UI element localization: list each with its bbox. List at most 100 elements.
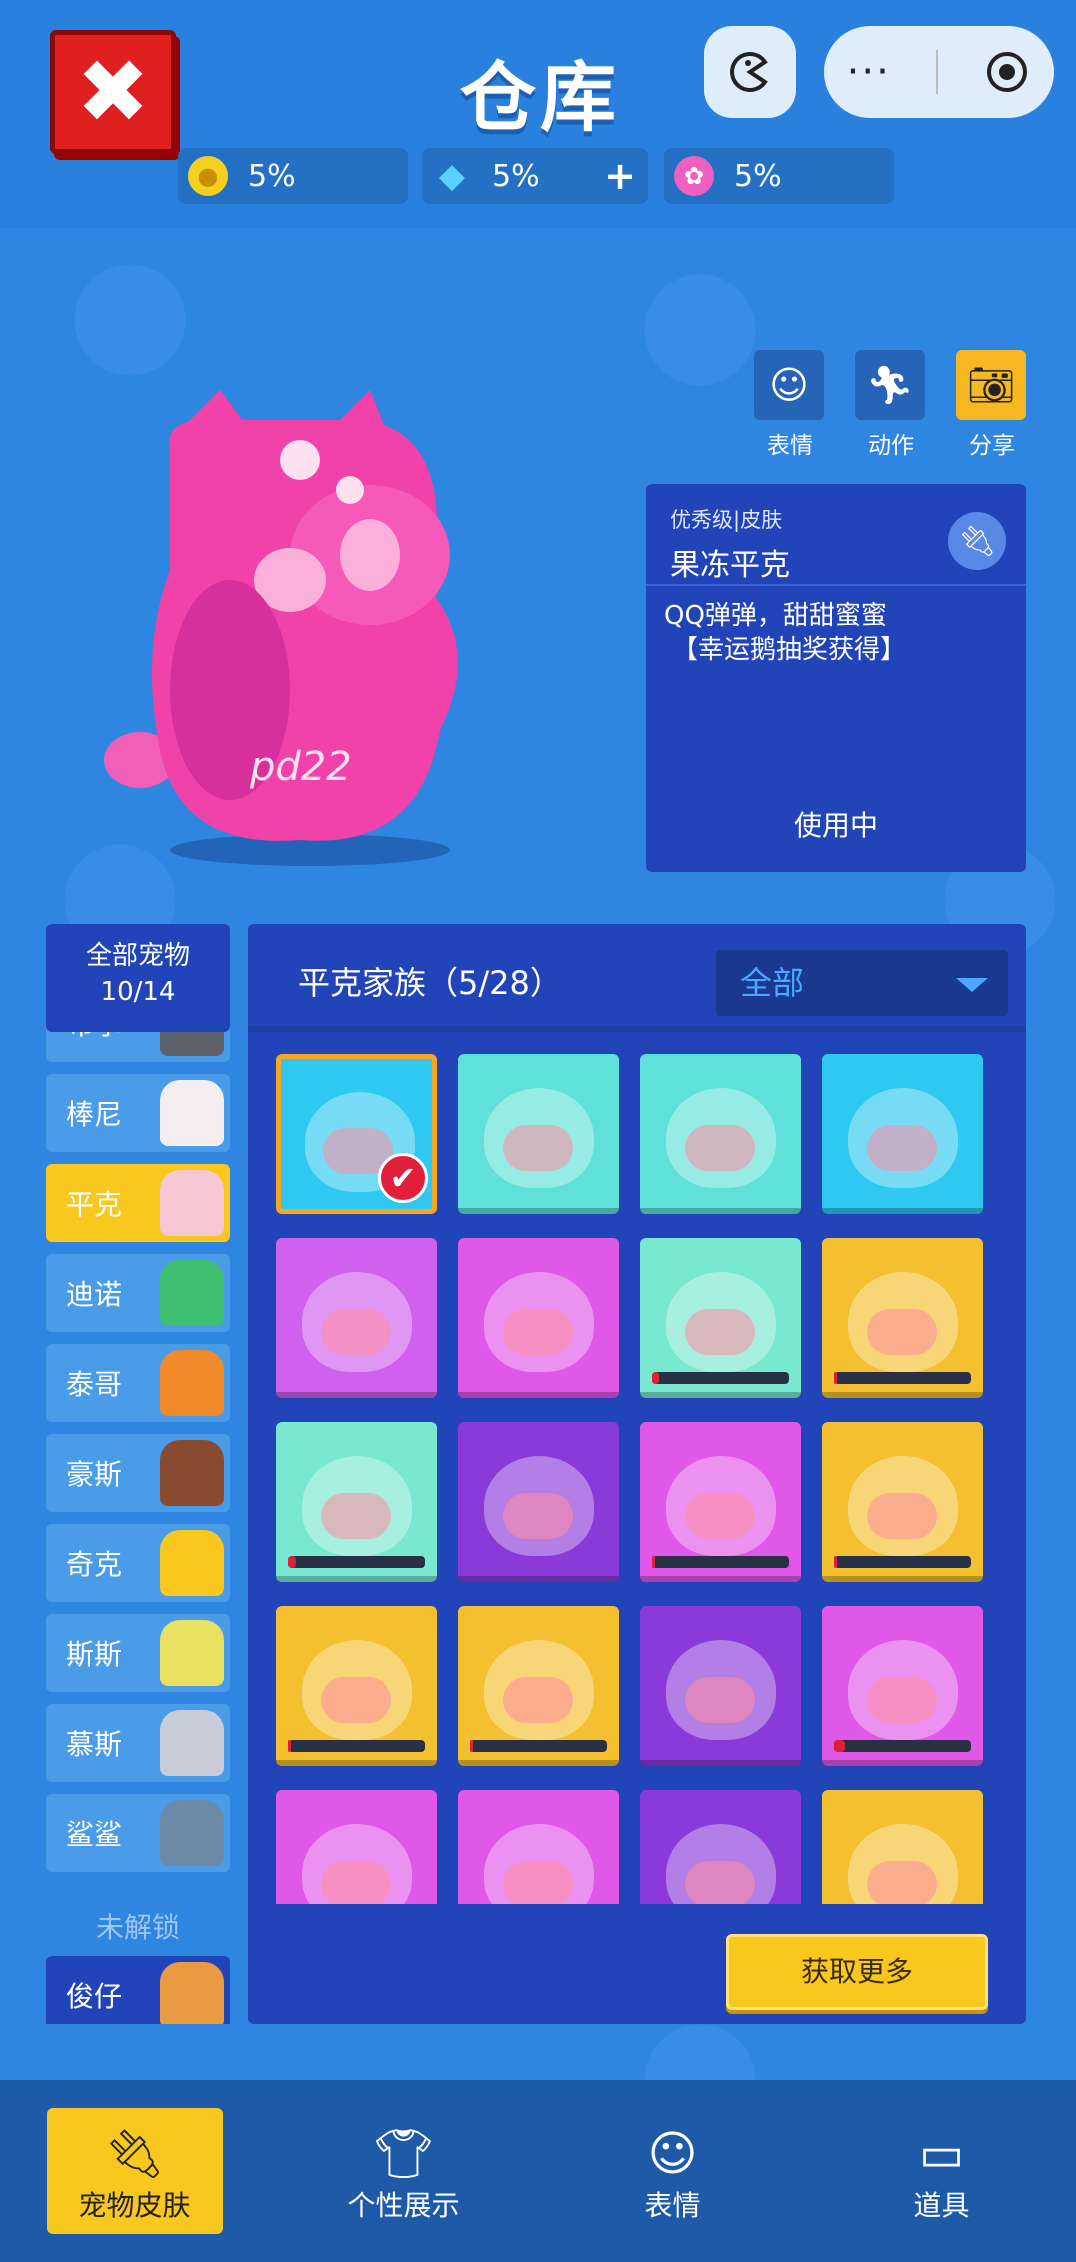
capsule-divider — [936, 50, 939, 94]
skin-panel-footer: 获取更多 — [248, 1910, 1026, 2024]
nav-emote[interactable]: ☺ 表情 — [585, 2108, 761, 2234]
pet-sidebar: 全部宠物 10/14 布尔棒尼平克迪诺泰哥豪斯奇克斯斯慕斯鲨鲨 未解锁 俊仔 — [46, 924, 230, 2024]
sidebar-item-pet[interactable]: 豪斯 — [46, 1434, 230, 1512]
more-dots-icon[interactable]: ··· — [847, 49, 891, 95]
skin-card[interactable] — [276, 1422, 437, 1582]
pig-snout — [503, 1860, 574, 1904]
resource-lotus[interactable]: ✿ 5% — [664, 148, 894, 204]
nav-label: 表情 — [644, 2189, 701, 2222]
pig-snout — [321, 1308, 392, 1355]
locked-label: 未解锁 — [95, 1911, 180, 1944]
skin-info-panel: 优秀级|皮肤 果冻平克 🔌︎ QQ弹弹，甜甜蜜蜜 【幸运鹅抽奖获得】 使用中 — [646, 484, 1026, 872]
pet-name: 棒尼 — [66, 1098, 123, 1131]
skin-card[interactable] — [640, 1238, 801, 1398]
skin-description: QQ弹弹，甜甜蜜蜜 【幸运鹅抽奖获得】 — [646, 586, 1026, 682]
pet-name: 泰哥 — [66, 1368, 123, 1401]
pig-snout — [503, 1492, 574, 1539]
chevron-down-icon — [956, 978, 988, 992]
pig-snout — [867, 1308, 938, 1355]
skin-desc-line-2: 【幸运鹅抽奖获得】 — [672, 634, 907, 665]
pet-avatar — [160, 1710, 224, 1776]
skin-card[interactable] — [640, 1054, 801, 1214]
pig-snout — [503, 1308, 574, 1355]
pet-avatar — [160, 1620, 224, 1686]
nav-label: 宠物皮肤 — [78, 2189, 191, 2222]
game-button[interactable] — [704, 26, 796, 118]
progress-fill — [288, 1556, 297, 1568]
sidebar-item-pet[interactable]: 迪诺 — [46, 1254, 230, 1332]
progress-fill — [652, 1372, 659, 1384]
all-pets-tab[interactable]: 全部宠物 10/14 — [46, 924, 230, 1032]
skin-card[interactable] — [640, 1422, 801, 1582]
pet-avatar — [160, 1800, 224, 1866]
nav-label: 道具 — [913, 2189, 970, 2222]
skin-card[interactable] — [276, 1238, 437, 1398]
tshirt-icon: 👕︎ — [373, 2126, 434, 2182]
skin-card[interactable] — [458, 1790, 619, 1904]
progress-fill — [470, 1740, 473, 1752]
progress-fill — [834, 1556, 837, 1568]
sidebar-item-pet[interactable]: 鲨鲨 — [46, 1794, 230, 1872]
resource-gold[interactable]: ● 5% — [178, 148, 408, 204]
nav-tshirt[interactable]: 👕︎ 个性展示 — [316, 2108, 492, 2234]
pig-snout — [321, 1860, 392, 1904]
nav-plug[interactable]: 🔌︎ 宠物皮肤 — [46, 2108, 223, 2234]
skin-card[interactable] — [276, 1606, 437, 1766]
target-icon[interactable] — [983, 48, 1031, 96]
skin-card[interactable] — [458, 1422, 619, 1582]
skin-card[interactable] — [822, 1422, 983, 1582]
emote-icon: ☺ — [754, 350, 824, 420]
close-button[interactable]: ✖ — [50, 30, 176, 154]
pet-name: 奇克 — [66, 1548, 123, 1581]
pet-avatar — [160, 1350, 224, 1416]
sidebar-item-pet[interactable]: 斯斯 — [46, 1614, 230, 1692]
close-icon: ✖ — [76, 40, 150, 143]
sidebar-item-pet[interactable]: 棒尼 — [46, 1074, 230, 1152]
skin-card[interactable] — [822, 1054, 983, 1214]
diamond-value: 5% — [492, 158, 540, 194]
progress-bar — [288, 1740, 425, 1752]
sidebar-item-pet[interactable]: 泰哥 — [46, 1344, 230, 1422]
pig-snout — [321, 1676, 392, 1723]
filter-dropdown[interactable]: 全部 — [716, 950, 1008, 1016]
motion-action-button[interactable]: 🏃︎ 动作 — [855, 350, 927, 460]
pet-avatar — [160, 1080, 224, 1146]
progress-bar — [652, 1372, 789, 1384]
skin-card[interactable] — [458, 1238, 619, 1398]
skin-card[interactable] — [458, 1054, 619, 1214]
progress-bar — [470, 1740, 607, 1752]
get-more-button[interactable]: 获取更多 — [726, 1934, 988, 2010]
emote-action-button[interactable]: ☺ 表情 — [754, 350, 826, 460]
add-diamond-icon[interactable]: + — [604, 154, 636, 198]
resource-diamond[interactable]: ◆ 5% + — [422, 148, 648, 204]
camera-icon: 📷︎ — [956, 350, 1026, 420]
skin-panel-header: 平克家族（5/28） 全部 — [248, 924, 1026, 1032]
share-button[interactable]: 📷︎ 分享 — [956, 350, 1028, 460]
skin-card[interactable]: ✔ — [276, 1054, 437, 1214]
progress-fill — [834, 1372, 837, 1384]
skin-card[interactable] — [458, 1606, 619, 1766]
pet-model-image: pd22 — [104, 390, 458, 866]
sidebar-item-pet[interactable]: 慕斯 — [46, 1704, 230, 1782]
nav-card[interactable]: ▭ 道具 — [854, 2108, 1030, 2234]
progress-fill — [652, 1556, 655, 1568]
share-label: 分享 — [969, 433, 1015, 459]
lotus-icon: ✿ — [674, 156, 714, 196]
skin-card[interactable] — [822, 1790, 983, 1904]
skin-info-header: 优秀级|皮肤 果冻平克 🔌︎ — [646, 484, 1026, 586]
pig-snout — [685, 1860, 756, 1904]
progress-bar — [834, 1740, 971, 1752]
skin-card[interactable] — [276, 1790, 437, 1904]
skin-card[interactable] — [822, 1606, 983, 1766]
skin-card[interactable] — [640, 1606, 801, 1766]
pig-snout — [867, 1124, 938, 1171]
sidebar-item-pet[interactable]: 奇克 — [46, 1524, 230, 1602]
check-icon: ✔ — [378, 1153, 428, 1203]
skin-card[interactable] — [640, 1790, 801, 1904]
sidebar-item-locked-pet[interactable]: 俊仔 — [46, 1956, 230, 2024]
skin-card[interactable] — [822, 1238, 983, 1398]
pet-avatar — [160, 1530, 224, 1596]
sidebar-item-pet[interactable]: 平克 — [46, 1164, 230, 1242]
pet-name: 豪斯 — [66, 1458, 123, 1491]
pet-avatar — [160, 1440, 224, 1506]
